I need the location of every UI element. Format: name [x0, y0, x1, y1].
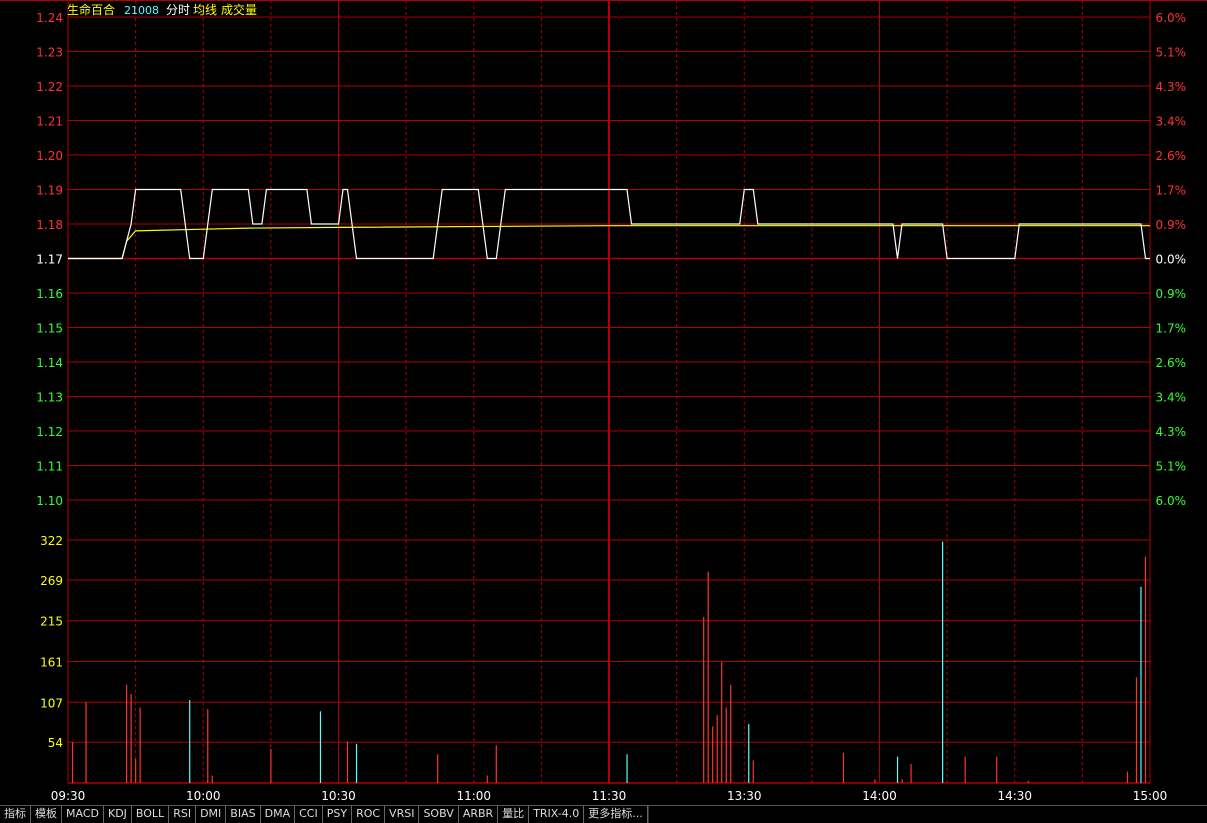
indicator-tab[interactable]: 模板 — [31, 806, 62, 823]
time-label: 10:30 — [321, 789, 356, 803]
price-axis: 1.24 1.23 1.22 1.21 1.20 1.19 1.18 1.17 1.16 1.15… — [36, 11, 63, 508]
percent-tick: 5.1% — [1156, 460, 1187, 474]
indicator-tab[interactable]: PSY — [323, 806, 353, 823]
percent-axis: 6.0% 5.1% 4.3% 3.4% 2.6% 1.7% 0.9% 0.0% 0.9% 1.7%… — [1156, 11, 1187, 508]
indicator-tab[interactable]: ROC — [352, 806, 386, 823]
indicator-tab[interactable]: 量比 — [498, 806, 530, 823]
price-tick: 1.17 — [36, 253, 63, 267]
price-tick: 1.11 — [36, 460, 63, 474]
stock-code: 21008 — [124, 4, 159, 17]
price-tick: 1.24 — [36, 11, 63, 25]
indicator-tab[interactable]: CCI — [295, 806, 323, 823]
time-label: 10:00 — [186, 789, 221, 803]
indicator-tab[interactable]: TRIX-4.0 — [529, 806, 585, 823]
percent-tick: 3.4% — [1156, 115, 1187, 129]
percent-tick: 1.7% — [1156, 322, 1187, 336]
time-label: 09:30 — [51, 789, 86, 803]
volume-tick: 269 — [40, 574, 63, 588]
volume-tick: 107 — [40, 696, 63, 710]
legend-time: 分时 — [166, 3, 190, 17]
price-tick: 1.14 — [36, 356, 63, 370]
percent-tick: 0.0% — [1156, 253, 1187, 267]
stock-name: 生命百合 — [67, 2, 115, 17]
indicator-tab[interactable]: KDJ — [104, 806, 132, 823]
volume-tick: 215 — [40, 615, 63, 629]
price-tick: 1.10 — [36, 494, 63, 508]
indicator-tab[interactable]: BOLL — [132, 806, 170, 823]
price-tick: 1.16 — [36, 287, 63, 301]
time-label: 14:00 — [862, 789, 897, 803]
price-tick: 1.15 — [36, 322, 63, 336]
volume-tick: 161 — [40, 656, 63, 670]
percent-tick: 4.3% — [1156, 425, 1187, 439]
time-label: 14:30 — [997, 789, 1032, 803]
indicator-tab[interactable]: BIAS — [226, 806, 261, 823]
price-tick: 1.12 — [36, 425, 63, 439]
indicator-tab[interactable]: DMA — [261, 806, 296, 823]
price-tick: 1.22 — [36, 80, 63, 94]
toolbar-filler — [647, 806, 1207, 823]
time-label: 15:00 — [1133, 789, 1168, 803]
percent-tick: 2.6% — [1156, 356, 1187, 370]
percent-tick: 4.3% — [1156, 80, 1187, 94]
indicator-tab[interactable]: 指标 — [0, 806, 31, 823]
percent-tick: 1.7% — [1156, 184, 1187, 198]
percent-tick: 0.9% — [1156, 287, 1187, 301]
indicator-tab[interactable]: VRSI — [385, 806, 420, 823]
price-tick: 1.20 — [36, 149, 63, 163]
time-label: 13:30 — [727, 789, 762, 803]
legend-volume: 成交量 — [221, 2, 257, 17]
percent-tick: 2.6% — [1156, 149, 1187, 163]
indicator-tab[interactable]: DMI — [196, 806, 227, 823]
price-tick: 1.19 — [36, 184, 63, 198]
percent-tick: 6.0% — [1156, 11, 1187, 25]
price-tick: 1.23 — [36, 46, 63, 60]
indicator-tab[interactable]: SOBV — [419, 806, 459, 823]
percent-tick: 6.0% — [1156, 494, 1187, 508]
percent-tick: 0.9% — [1156, 218, 1187, 232]
indicator-tab[interactable]: RSI — [169, 806, 197, 823]
time-label: 11:30 — [592, 789, 627, 803]
indicator-tab[interactable]: 更多指标... — [584, 806, 648, 823]
price-tick: 1.18 — [36, 218, 63, 232]
intraday-chart[interactable]: 1.24 1.23 1.22 1.21 1.20 1.19 1.18 1.17 1.16 1.15… — [0, 0, 1207, 805]
percent-tick: 5.1% — [1156, 46, 1187, 60]
indicator-tab[interactable]: ARBR — [459, 806, 499, 823]
volume-tick: 54 — [48, 736, 63, 750]
percent-tick: 3.4% — [1156, 391, 1187, 405]
time-label: 11:00 — [456, 789, 491, 803]
price-tick: 1.21 — [36, 115, 63, 129]
price-tick: 1.13 — [36, 391, 63, 405]
volume-tick: 322 — [40, 534, 63, 548]
indicator-toolbar: 指标 模板 MACD KDJ BOLL RSI DMI BIAS DMA CCI PSY ROC VRS… — [0, 805, 1207, 823]
time-axis: 09:30 10:00 10:30 11:00 11:30 13:30 14:00 14:30… — [51, 789, 1168, 803]
indicator-tab[interactable]: MACD — [62, 806, 104, 823]
legend-avg: 均线 — [193, 3, 217, 17]
